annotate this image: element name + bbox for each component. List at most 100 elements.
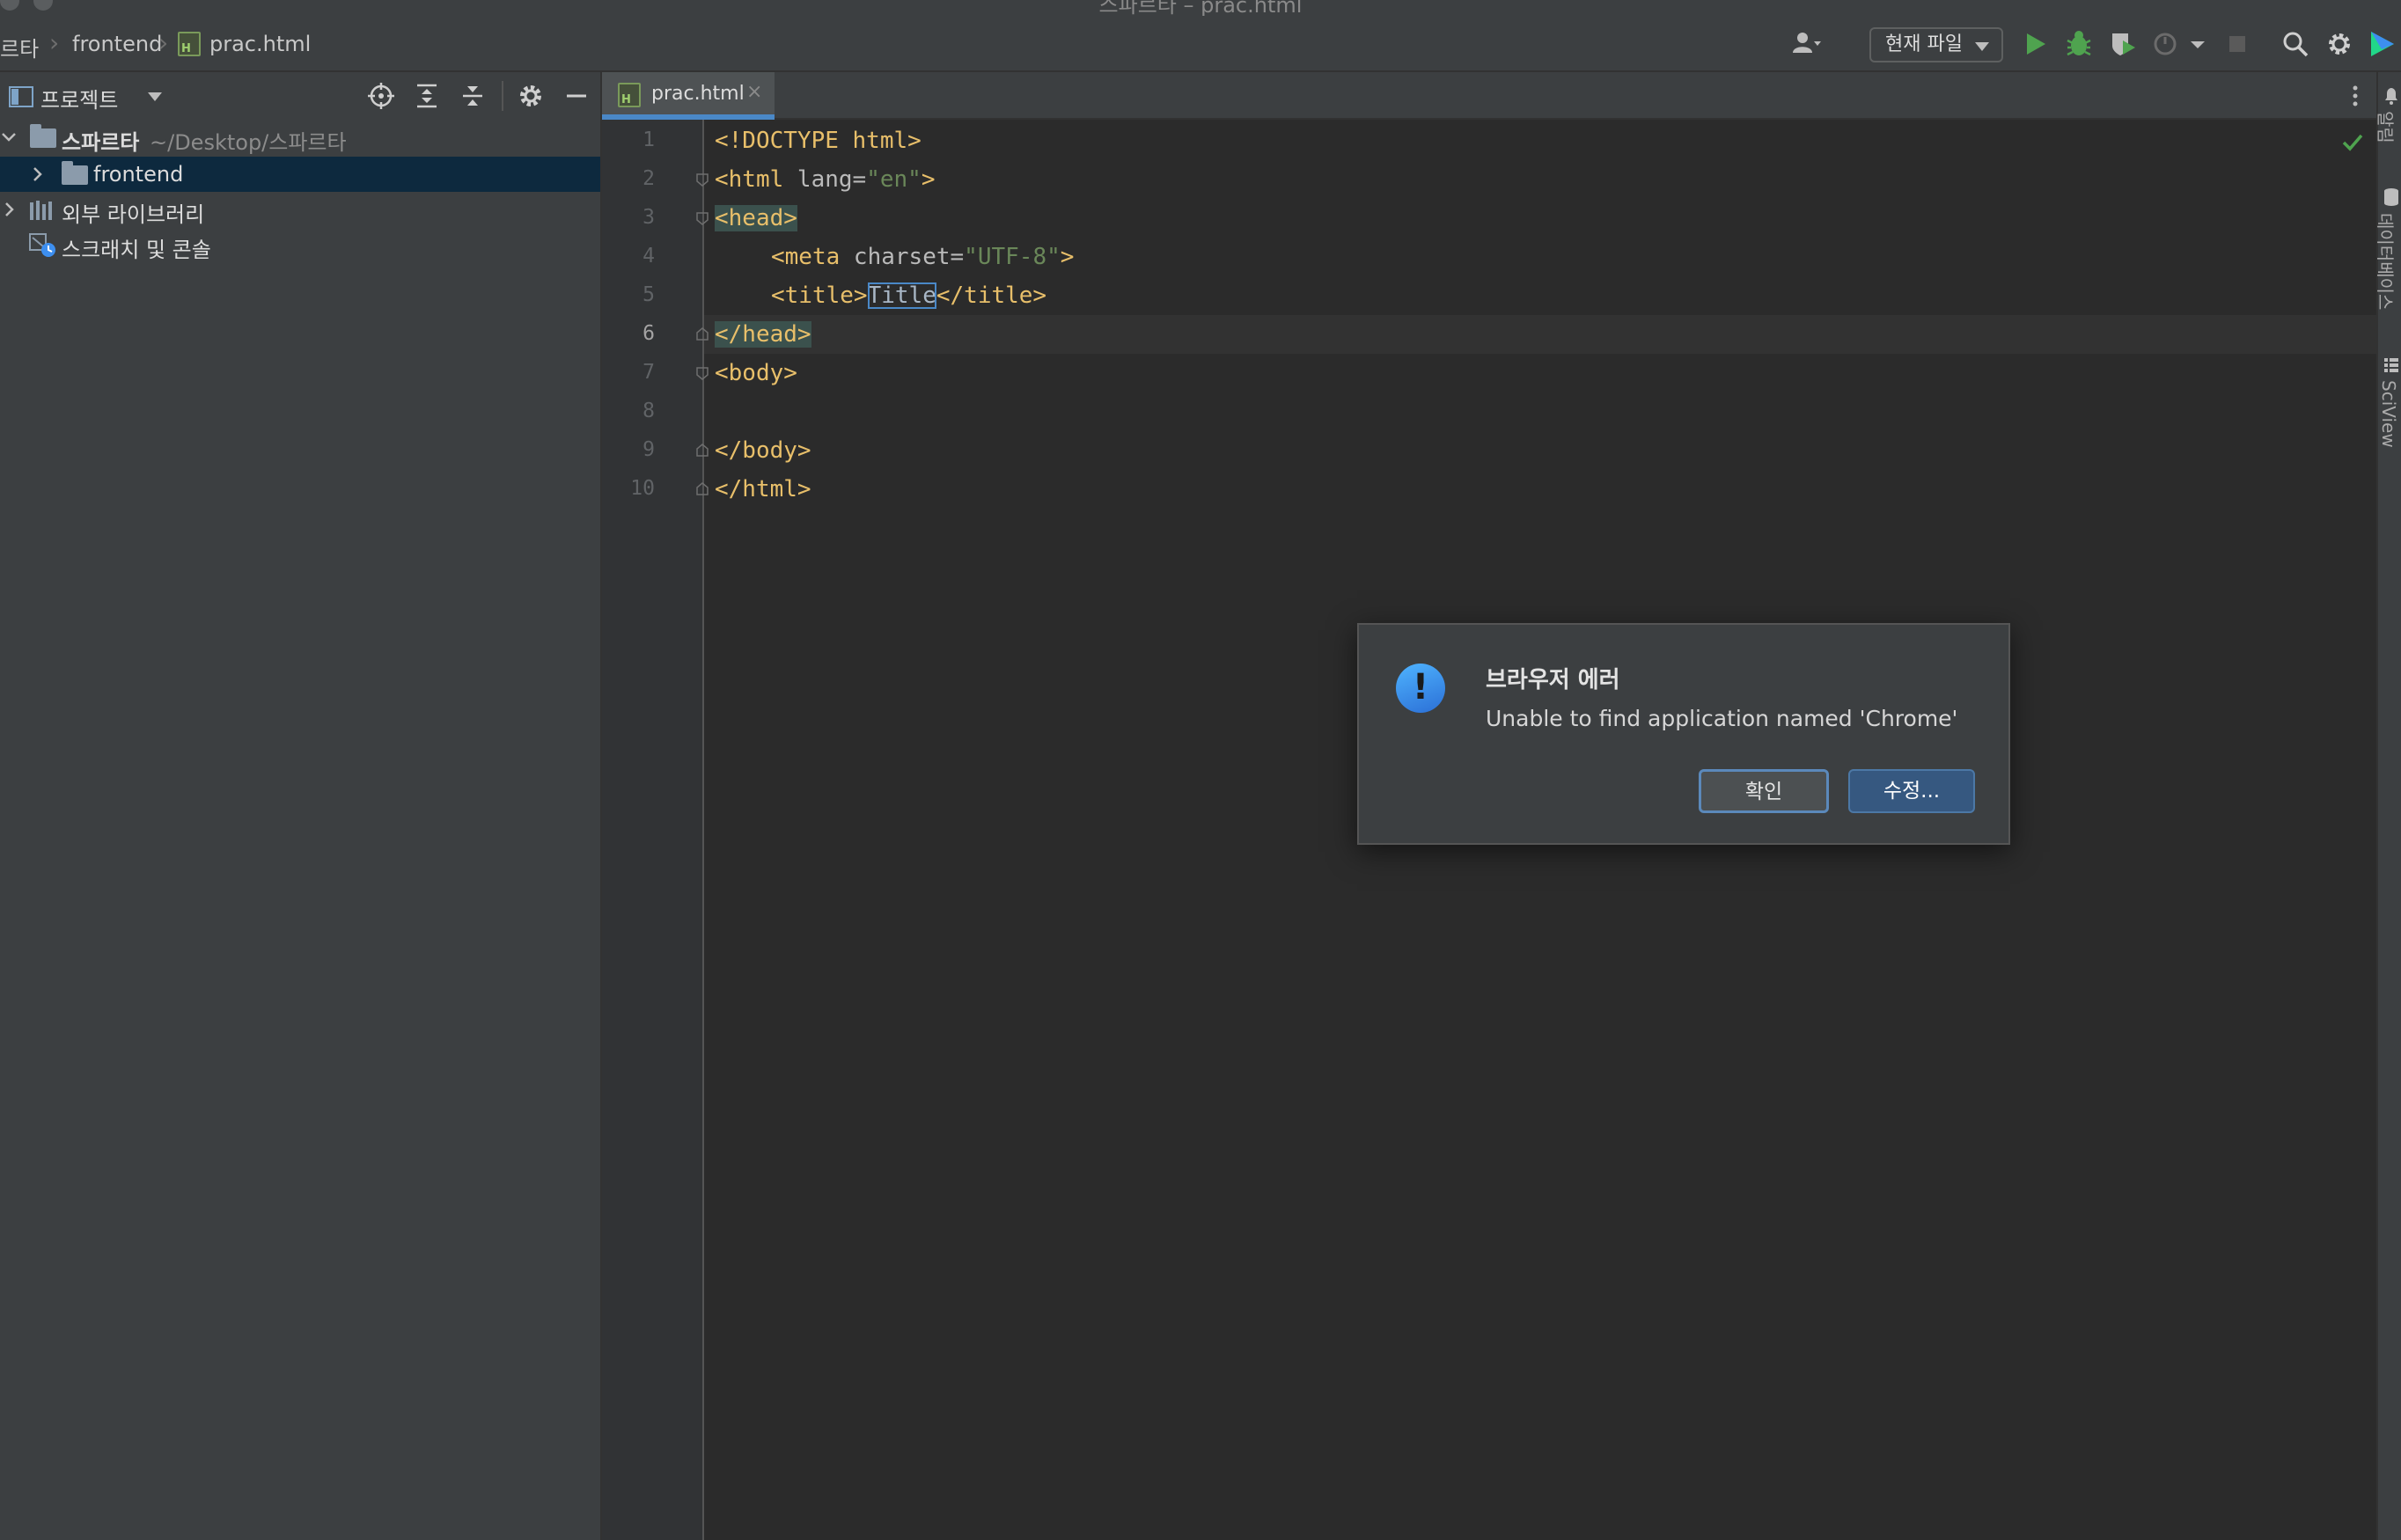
tree-item-label: 외부 라이브러리 [62,202,205,227]
tab-label: prac.html [651,83,745,105]
fold-marker-icon[interactable] [695,482,709,496]
editor-tab-bar: prac.html × [602,72,2376,120]
dialog-message: Unable to find application named 'Chrome… [1486,706,1958,731]
code-token: <head> [715,205,797,231]
bell-icon[interactable] [2382,86,2401,106]
line-number: 5 [642,283,655,306]
breadcrumb-file[interactable]: prac.html [209,32,311,56]
run-configuration-label: 현재 파일 [1885,33,1963,55]
chevron-right-icon[interactable] [28,164,46,185]
database-icon[interactable] [2382,187,2401,208]
no-problems-check-icon[interactable] [2341,132,2364,153]
window-titlebar: 스파르타 – prac.html [0,0,2401,18]
chevron-right-icon[interactable] [0,199,18,220]
tool-window-database[interactable]: 데이터베이스 [2374,213,2399,310]
fold-marker-icon[interactable] [695,444,709,458]
browser-error-dialog: ! 브라우저 에러 Unable to find application nam… [1357,623,2010,845]
gear-icon[interactable] [2324,28,2355,60]
code-line-3[interactable]: <head> [715,199,797,238]
sciview-icon[interactable] [2382,356,2401,375]
coverage-icon[interactable] [2107,28,2139,60]
html-file-icon [178,32,201,56]
line-number: 10 [630,477,655,500]
tool-window-notifications[interactable]: 알림 [2374,111,2399,143]
jetbrains-logo-icon[interactable] [2368,28,2397,60]
project-panel-header: 프로젝트 [0,72,600,120]
more-options-icon[interactable] [2348,83,2362,109]
tree-item-frontend[interactable]: frontend [0,157,600,192]
run-configuration-dropdown[interactable]: 현재 파일 [1869,27,2003,62]
breadcrumb-frontend[interactable]: frontend [72,32,162,56]
project-panel: 프로젝트 스파르타 ~/Desktop/스파르타 frontend 외부 라이브… [0,72,600,1540]
profile-icon[interactable] [2151,28,2183,60]
tree-item-path: ~/Desktop/스파르타 [150,130,347,155]
toolbar-divider [502,81,503,111]
debug-icon[interactable] [2063,28,2095,60]
code-line-10[interactable]: </html> [715,470,811,509]
code-token: "en" [866,166,921,193]
breadcrumb-separator: › [158,28,169,57]
tree-item-label: 스크래치 및 콘솔 [62,238,211,262]
close-icon[interactable]: × [746,81,762,103]
chevron-down-icon[interactable] [2188,28,2207,60]
line-number-current: 6 [642,322,655,345]
code-token: <title> [771,282,868,309]
code-line-2[interactable]: <html lang="en"> [715,160,935,199]
locate-target-icon[interactable] [366,81,396,111]
code-line-6[interactable]: </head> [715,315,811,354]
code-token: </head> [715,321,811,348]
fold-marker-icon[interactable] [695,327,709,341]
chevron-down-icon[interactable] [0,127,18,148]
expand-all-icon[interactable] [412,81,442,111]
gear-icon[interactable] [516,81,546,111]
line-number: 4 [642,245,655,268]
line-number: 8 [642,400,655,422]
right-tool-strip: 알림 데이터베이스 SciView [2374,72,2401,1540]
code-token: > [1060,244,1075,270]
line-number: 2 [642,167,655,190]
chevron-down-icon[interactable] [146,90,164,104]
folder-icon [30,124,56,148]
line-number: 9 [642,438,655,461]
folder-icon [62,161,88,185]
code-token: charset= [840,244,965,270]
code-line-9[interactable]: </body> [715,431,811,470]
collapse-all-icon[interactable] [458,81,488,111]
code-line-1[interactable]: <!DOCTYPE html> [715,121,921,160]
code-token: <meta [771,244,841,270]
code-token: <html [715,166,784,193]
line-number: 1 [642,128,655,151]
user-icon[interactable] [1790,28,1822,60]
warning-exclamation-icon: ! [1396,664,1445,713]
tool-window-sciview[interactable]: SciView [2378,380,2399,448]
fold-marker-icon[interactable] [695,211,709,225]
fold-marker-icon[interactable] [695,172,709,187]
code-token: <!DOCTYPE html> [715,128,921,154]
tab-prac-html[interactable]: prac.html × [602,72,775,120]
tree-item-scratches[interactable]: 스크래치 및 콘솔 [0,227,600,262]
minimize-panel-icon[interactable] [562,81,591,111]
current-line-highlight [704,315,2376,354]
run-icon[interactable] [2019,28,2051,60]
project-panel-title[interactable]: 프로젝트 [40,83,118,114]
dialog-title: 브라우저 에러 [1486,667,1620,693]
stop-icon[interactable] [2221,28,2253,60]
navigation-bar: 르타 › frontend › prac.html 현재 파일 [0,16,2401,72]
edit-button[interactable]: 수정... [1848,769,1975,813]
tree-item-project-root[interactable]: 스파르타 ~/Desktop/스파르타 [0,120,600,155]
code-token: "UTF-8" [964,244,1061,270]
ok-button[interactable]: 확인 [1699,769,1829,813]
project-view-icon [9,86,33,107]
code-token: > [921,166,936,193]
tree-item-external-libraries[interactable]: 외부 라이브러리 [0,192,600,227]
code-line-4[interactable]: <meta charset="UTF-8"> [771,238,1074,276]
search-icon[interactable] [2280,28,2311,60]
code-token-selected: Title [867,282,936,309]
line-number: 7 [642,361,655,384]
chevron-down-icon [1975,42,1989,51]
code-line-5[interactable]: <title>Title</title> [771,276,1046,315]
breadcrumb-project[interactable]: 르타 [0,32,39,62]
breadcrumb-separator: › [49,28,60,57]
code-line-7[interactable]: <body> [715,354,797,392]
fold-marker-icon[interactable] [695,366,709,380]
